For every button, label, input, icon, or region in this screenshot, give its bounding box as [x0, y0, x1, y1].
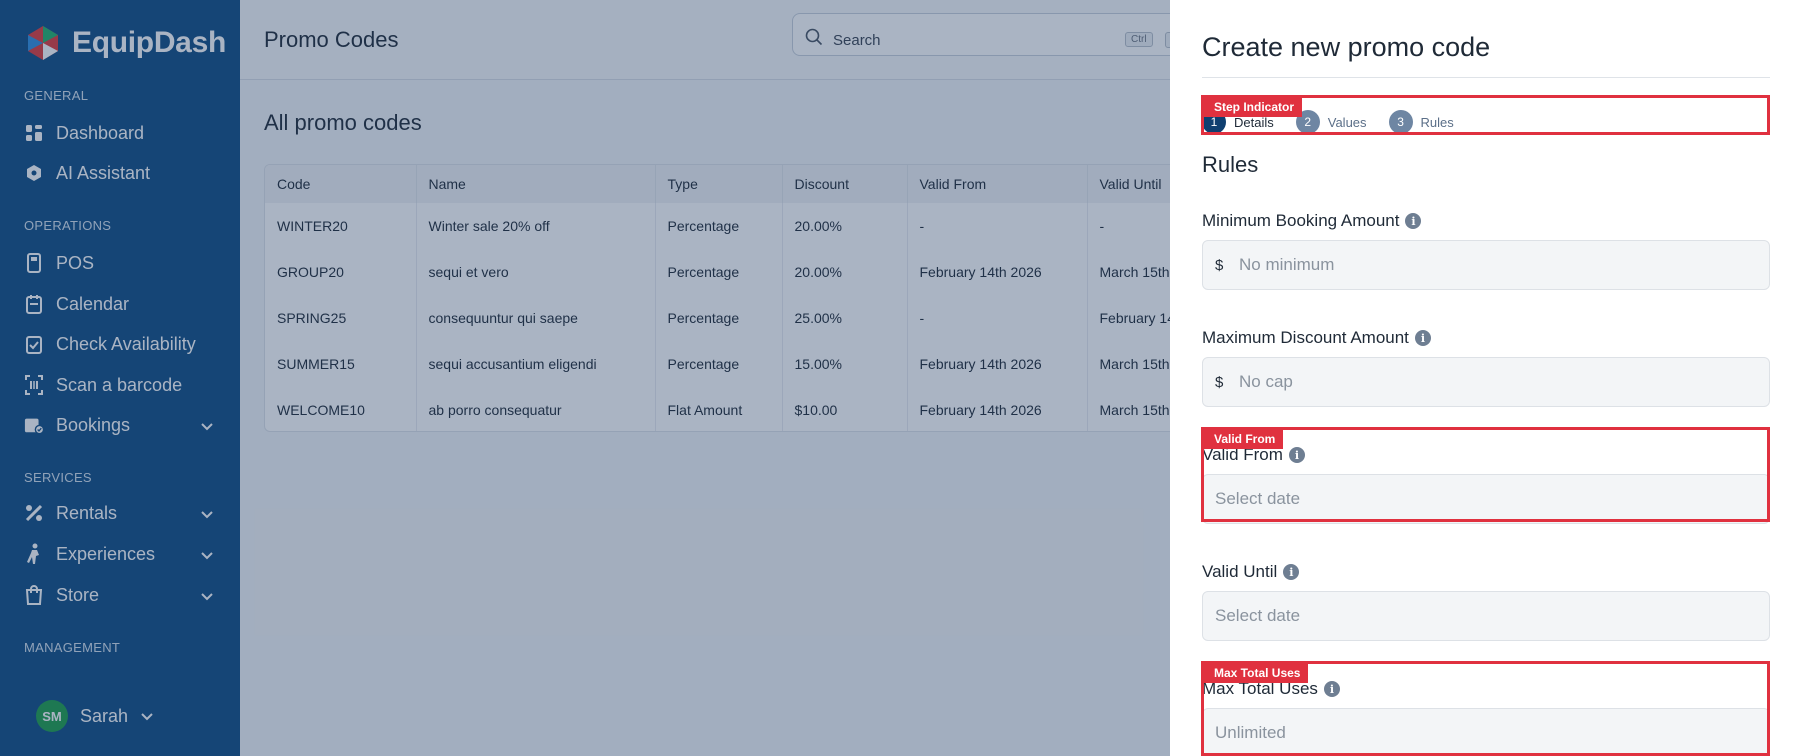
annotation-valid-from: Valid From: [1201, 427, 1770, 522]
label-text: Valid Until: [1202, 562, 1278, 581]
info-icon[interactable]: i: [1405, 213, 1422, 229]
currency-prefix: $: [1215, 256, 1224, 274]
input-placeholder: Select date: [1215, 606, 1301, 625]
info-icon[interactable]: i: [1283, 564, 1300, 580]
drawer-title: Create new promo code: [1202, 32, 1491, 62]
annotation-step-indicator: Step Indicator: [1201, 95, 1770, 135]
info-icon[interactable]: i: [1414, 330, 1431, 346]
min-booking-amount-input[interactable]: $ No minimum: [1202, 240, 1770, 290]
label-text: Maximum Discount Amount: [1202, 328, 1409, 347]
section-title: Rules: [1202, 152, 1259, 177]
field-label-valid-until: Valid Until i: [1202, 562, 1300, 582]
annotation-max-total-uses: Max Total Uses: [1201, 661, 1770, 756]
field-label-min-booking: Minimum Booking Amount i: [1202, 211, 1422, 231]
input-placeholder: No cap: [1239, 372, 1293, 391]
label-text: Minimum Booking Amount: [1202, 211, 1400, 230]
modal-backdrop[interactable]: [0, 0, 1170, 756]
valid-until-date-input[interactable]: Select date: [1202, 591, 1770, 641]
currency-prefix: $: [1215, 373, 1224, 391]
max-discount-amount-input[interactable]: $ No cap: [1202, 357, 1770, 407]
annotation-label: Valid From: [1204, 430, 1284, 449]
create-promo-drawer: Create new promo code 1 Details 2 Values…: [1170, 0, 1800, 756]
field-label-max-discount: Maximum Discount Amount i: [1202, 328, 1431, 348]
annotation-label: Max Total Uses: [1204, 664, 1309, 683]
divider: [1202, 77, 1770, 78]
input-placeholder: No minimum: [1239, 255, 1335, 274]
annotation-label: Step Indicator: [1204, 98, 1303, 117]
